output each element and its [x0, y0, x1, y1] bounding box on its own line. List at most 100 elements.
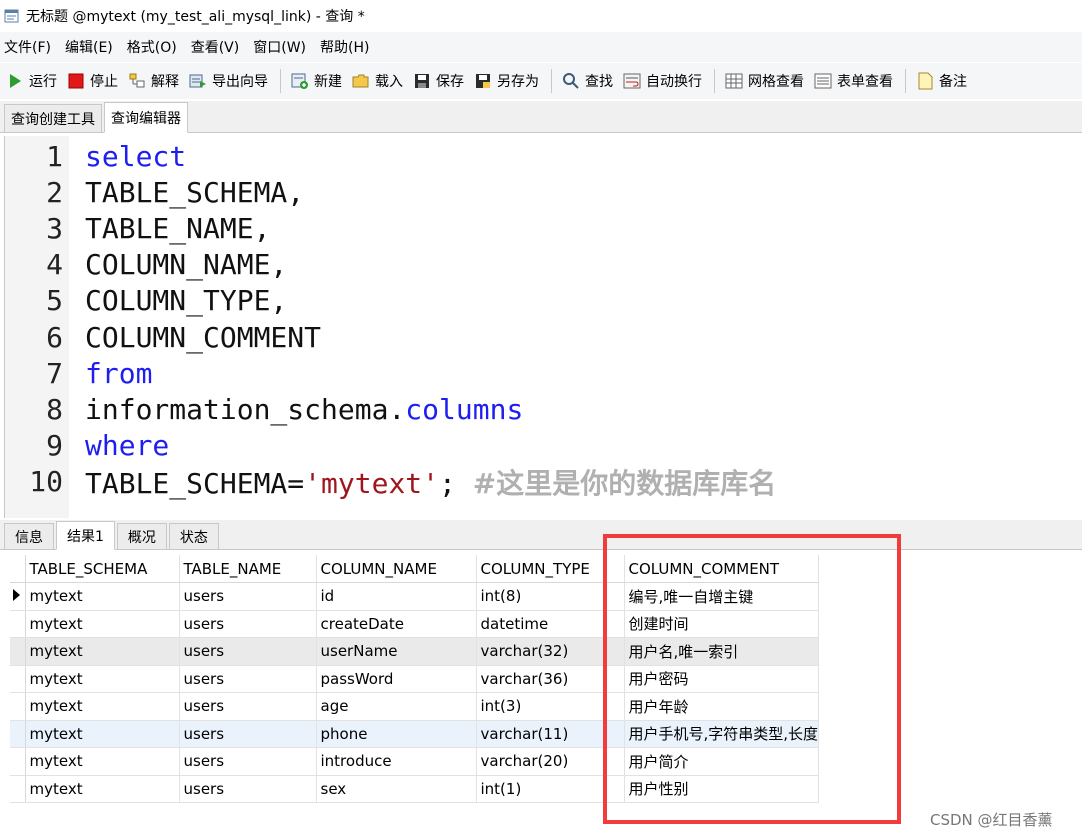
app-icon	[4, 8, 20, 24]
row-indicator[interactable]	[10, 775, 26, 803]
form-view-button[interactable]: 表单查看	[814, 71, 893, 91]
menu-format[interactable]: 格式(O)	[127, 37, 177, 57]
folder-icon	[352, 72, 370, 90]
note-button[interactable]: 备注	[916, 71, 967, 91]
table-cell[interactable]: users	[179, 637, 317, 666]
table-cell[interactable]: mytext	[25, 582, 180, 611]
row-indicator[interactable]	[10, 665, 26, 693]
result-tabs: 信息 结果1 概况 状态	[0, 520, 1082, 550]
tab-profile[interactable]: 概况	[116, 523, 167, 549]
tab-result-1[interactable]: 结果1	[56, 521, 115, 550]
table-cell[interactable]: createDate	[316, 610, 477, 638]
save-icon	[413, 72, 431, 90]
export-wizard-label: 导出向导	[212, 74, 268, 90]
table-cell[interactable]: mytext	[25, 692, 180, 721]
menu-help[interactable]: 帮助(H)	[320, 37, 369, 57]
grid-view-button[interactable]: 网格查看	[725, 71, 804, 91]
new-label: 新建	[314, 74, 342, 90]
table-cell[interactable]: passWord	[316, 665, 477, 693]
tab-info[interactable]: 信息	[4, 523, 54, 549]
code-line: 4 COLUMN_NAME,	[5, 247, 1082, 283]
code-text: select	[85, 140, 186, 173]
table-cell[interactable]: phone	[316, 720, 477, 748]
table-cell[interactable]: mytext	[25, 637, 180, 666]
find-button[interactable]: 查找	[562, 71, 613, 91]
toolbar: 运行 停止 解释 导出向导 新建 载入 保存 另存为 查找 自动换行 网格查看	[0, 63, 1082, 99]
line-number: 10	[29, 465, 63, 499]
code-token: select	[85, 139, 187, 173]
row-indicator[interactable]	[10, 637, 26, 666]
menu-edit[interactable]: 编辑(E)	[65, 37, 113, 57]
table-cell[interactable]: users	[179, 582, 317, 611]
menu-view[interactable]: 查看(V)	[191, 37, 240, 57]
word-wrap-button[interactable]: 自动换行	[623, 71, 702, 91]
table-cell[interactable]: int(8)	[476, 582, 625, 611]
explain-button[interactable]: 解释	[128, 71, 179, 91]
table-cell[interactable]: users	[179, 665, 317, 693]
code-token: COLUMN_COMMENT	[85, 320, 322, 354]
table-cell[interactable]: introduce	[316, 747, 477, 776]
grid-icon	[725, 72, 743, 90]
table-cell[interactable]: users	[179, 692, 317, 721]
table-cell[interactable]: sex	[316, 775, 477, 803]
line-number: 7	[46, 356, 63, 390]
row-indicator[interactable]	[10, 692, 26, 721]
menu-bar: 文件(F) 编辑(E) 格式(O) 查看(V) 窗口(W) 帮助(H)	[0, 32, 1082, 62]
save-button[interactable]: 保存	[413, 71, 464, 91]
table-cell[interactable]: mytext	[25, 747, 180, 776]
row-indicator[interactable]	[10, 720, 26, 748]
table-cell[interactable]: varchar(11)	[476, 720, 625, 748]
row-indicator[interactable]	[10, 747, 26, 776]
table-cell[interactable]: users	[179, 720, 317, 748]
table-cell[interactable]: userName	[316, 637, 477, 666]
table-cell[interactable]: users	[179, 775, 317, 803]
table-cell[interactable]: int(1)	[476, 775, 625, 803]
table-cell[interactable]: varchar(36)	[476, 665, 625, 693]
column-header[interactable]: TABLE_SCHEMA	[25, 555, 180, 583]
toolbar-separator	[551, 69, 552, 93]
row-indicator[interactable]	[10, 610, 26, 638]
load-button[interactable]: 载入	[352, 71, 403, 91]
run-button[interactable]: 运行	[6, 71, 57, 91]
table-cell[interactable]: int(3)	[476, 692, 625, 721]
export-icon	[189, 72, 207, 90]
save-label: 保存	[436, 74, 464, 90]
line-number: 2	[46, 175, 63, 209]
title-bar: 无标题 @mytext (my_test_ali_mysql_link) - 查…	[0, 0, 1082, 32]
column-header[interactable]: COLUMN_TYPE	[476, 555, 625, 583]
stop-button[interactable]: 停止	[67, 71, 118, 91]
table-cell[interactable]: age	[316, 692, 477, 721]
table-cell[interactable]: varchar(20)	[476, 747, 625, 776]
table-cell[interactable]: mytext	[25, 665, 180, 693]
table-cell[interactable]: users	[179, 610, 317, 638]
table-cell[interactable]: datetime	[476, 610, 625, 638]
table-cell[interactable]: users	[179, 747, 317, 776]
column-header[interactable]: COLUMN_NAME	[316, 555, 477, 583]
menu-file[interactable]: 文件(F)	[4, 37, 51, 57]
code-token: information_schema.	[85, 392, 406, 426]
play-icon	[6, 72, 24, 90]
table-cell[interactable]: varchar(32)	[476, 637, 625, 666]
table-cell[interactable]: id	[316, 582, 477, 611]
row-indicator[interactable]	[10, 582, 26, 611]
tab-query-builder[interactable]: 查询创建工具	[4, 104, 102, 132]
table-cell[interactable]: mytext	[25, 775, 180, 803]
new-button[interactable]: 新建	[291, 71, 342, 91]
stop-label: 停止	[90, 74, 118, 90]
menu-window[interactable]: 窗口(W)	[253, 37, 306, 57]
save-as-button[interactable]: 另存为	[474, 71, 539, 91]
export-wizard-button[interactable]: 导出向导	[189, 71, 268, 91]
save-as-icon	[474, 72, 492, 90]
result-grid: TABLE_SCHEMA TABLE_NAME COLUMN_NAME COLUMN_…	[10, 555, 1082, 837]
line-number: 5	[46, 284, 63, 318]
sql-editor[interactable]: 1 select 2 TABLE_SCHEMA, 3 TABLE_NAME, 4 COLUMN…	[4, 136, 1082, 518]
tab-query-editor[interactable]: 查询编辑器	[104, 102, 188, 133]
load-label: 载入	[375, 74, 403, 90]
code-text: TABLE_SCHEMA='mytext'; #这里是你的数据库库名	[85, 462, 776, 502]
code-line: 8 information_schema.columns	[5, 391, 1082, 427]
explain-label: 解释	[151, 74, 179, 90]
column-header[interactable]: TABLE_NAME	[179, 555, 317, 583]
tab-status[interactable]: 状态	[168, 523, 219, 549]
table-cell[interactable]: mytext	[25, 720, 180, 748]
table-cell[interactable]: mytext	[25, 610, 180, 638]
